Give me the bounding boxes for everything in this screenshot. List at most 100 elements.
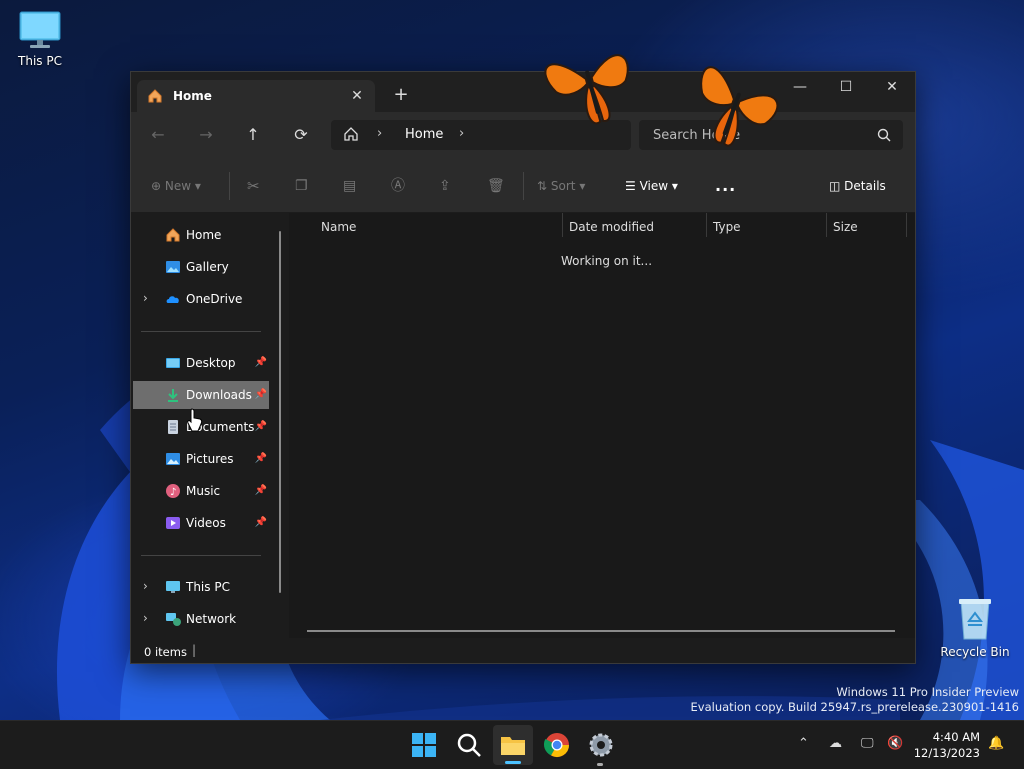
sort-icon: ⇅ [537,179,548,193]
details-button[interactable]: ◫ Details [829,174,886,198]
rename-icon[interactable]: Ⓐ [391,174,405,198]
videos-icon [166,517,180,529]
forward-button[interactable]: → [191,121,221,149]
new-tab-button[interactable]: + [389,84,413,108]
sidebar-item-network[interactable]: › Network [133,605,269,633]
view-button[interactable]: ☰ View ▾ [625,174,678,198]
pin-icon: 📌 [254,389,267,400]
maximize-button[interactable]: ☐ [823,72,869,102]
chevron-right-icon[interactable]: › [459,126,464,141]
pin-icon: 📌 [254,421,267,432]
column-header-size[interactable]: Size [833,220,858,234]
watermark-line-1: Windows 11 Pro Insider Preview [836,685,1019,699]
back-button[interactable]: ← [143,121,173,149]
cut-icon[interactable]: ✂ [247,174,260,198]
pin-icon: 📌 [254,517,267,528]
butterfly-icon [700,66,779,147]
chevron-right-icon[interactable]: › [143,579,148,593]
sidebar-item-label: Desktop [186,356,236,370]
sort-label: Sort [550,179,576,193]
sidebar-item-music[interactable]: ♪ Music 📌 [133,477,269,505]
sidebar-item-videos[interactable]: Videos 📌 [133,509,269,537]
download-icon [168,389,178,402]
system-clock[interactable]: 4:40 AM 12/13/2023 [914,729,980,761]
column-divider[interactable] [706,213,707,237]
desktop-folder-icon [166,358,180,368]
show-hidden-icons-chevron-icon[interactable]: ⌃ [798,736,809,751]
pictures-icon [166,453,180,465]
sidebar-item-label: Gallery [186,260,229,274]
file-explorer-window: Home ✕ + — ☐ ✕ ← → ↑ ⟳ › Home › Search H… [130,71,916,664]
chevron-right-icon[interactable]: › [143,291,148,305]
sidebar-item-this-pc[interactable]: › This PC [133,573,269,601]
network-display-icon[interactable]: 🖵 [861,736,874,751]
volume-muted-icon[interactable]: 🔇 [887,736,903,751]
copy-icon[interactable]: ❐ [295,174,308,198]
recycle-bin-icon [959,599,991,640]
column-divider[interactable] [906,213,907,237]
chrome-icon[interactable] [543,731,571,759]
onedrive-offline-icon[interactable]: ☁ [829,736,842,751]
up-button[interactable]: ↑ [238,121,268,149]
sort-button[interactable]: ⇅ Sort ▾ [537,174,585,198]
tab-title: Home [173,89,212,103]
sidebar-item-onedrive[interactable]: › OneDrive [133,285,269,313]
sidebar-item-gallery[interactable]: Gallery [133,253,269,281]
title-bar: Home ✕ + — ☐ ✕ [131,72,915,112]
horizontal-scrollbar[interactable] [307,630,895,632]
sidebar-item-label: Videos [186,516,226,530]
settings-gear-icon[interactable] [587,731,615,759]
column-header-type[interactable]: Type [713,220,741,234]
pin-icon: 📌 [254,453,267,464]
home-icon [166,228,180,242]
share-icon[interactable]: ⇪ [439,174,451,198]
evaluation-watermark: Windows 11 Pro Insider Preview Evaluatio… [691,685,1019,715]
chevron-right-icon[interactable]: › [143,611,148,625]
breadcrumb-home[interactable]: Home [405,127,443,142]
search-icon [877,128,891,142]
home-icon [344,127,358,141]
column-divider[interactable] [826,213,827,237]
sidebar-scrollbar[interactable] [279,231,281,593]
item-count: 0 items [144,645,187,659]
pin-icon: 📌 [254,485,267,496]
sidebar-item-label: This PC [186,580,230,594]
clock-time: 4:40 AM [932,730,980,744]
desktop-icon-label: This PC [18,54,62,68]
notification-bell-icon[interactable]: 🔔 [988,736,1004,751]
loading-message: Working on it... [561,254,653,268]
column-header-date-modified[interactable]: Date modified [569,220,654,234]
desktop-icon-this-pc[interactable]: This PC [0,10,80,68]
close-button[interactable]: ✕ [869,72,915,102]
sidebar-item-pictures[interactable]: Pictures 📌 [133,445,269,473]
delete-icon[interactable]: 🗑 [487,174,505,198]
toolbar-divider [523,172,524,200]
monitor-icon [19,11,61,48]
file-explorer-taskbar-button[interactable] [493,725,533,765]
pin-icon: 📌 [254,357,267,368]
view-label: View [639,179,669,193]
new-button[interactable]: ⊕ New ▾ [151,174,201,198]
cloud-icon [166,296,179,303]
tab-home[interactable]: Home ✕ [137,80,375,112]
status-divider: | [192,643,197,657]
sidebar-item-home[interactable]: Home [133,221,269,249]
sidebar-item-desktop[interactable]: Desktop 📌 [133,349,269,377]
close-tab-button[interactable]: ✕ [347,86,367,106]
active-indicator [505,761,521,764]
search-icon[interactable] [455,731,483,759]
desktop-icon-label: Recycle Bin [940,645,1010,659]
sidebar-item-downloads[interactable]: Downloads 📌 [133,381,269,409]
sidebar-item-label: Music [186,484,221,498]
home-icon [148,89,162,103]
more-options-button[interactable]: ... [715,174,736,198]
running-indicator [597,763,603,766]
refresh-button[interactable]: ⟳ [286,121,316,149]
column-header-name[interactable]: Name [321,220,356,234]
paste-icon[interactable]: ▤ [343,174,356,198]
desktop-icon-recycle-bin[interactable]: Recycle Bin [935,597,1015,659]
column-divider[interactable] [562,213,563,237]
file-list-pane: Name Date modified Type Size Working on … [289,213,915,638]
windows-start-icon[interactable] [410,731,438,759]
status-bar: 0 items | [131,638,915,663]
